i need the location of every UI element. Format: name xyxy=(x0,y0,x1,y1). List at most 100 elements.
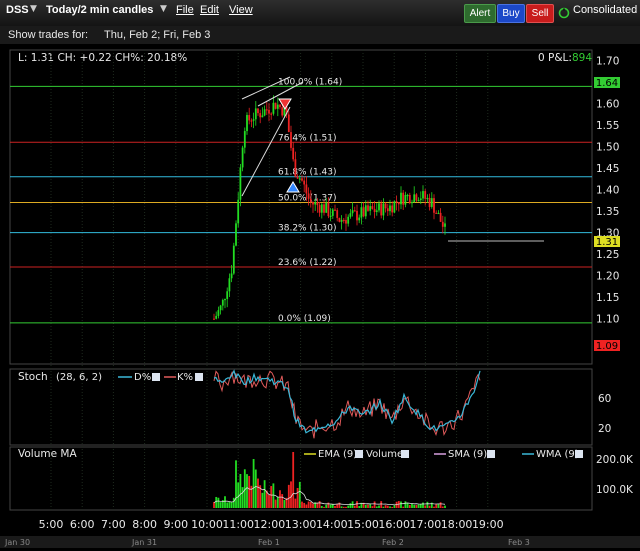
volume-bar xyxy=(241,487,244,508)
volume-bar xyxy=(303,502,306,508)
volume-bar xyxy=(435,504,438,508)
candle-body xyxy=(323,204,325,213)
volume-bar xyxy=(268,494,270,508)
price-tick: 1.35 xyxy=(596,206,619,218)
volume-bar xyxy=(428,505,431,508)
volume-bar xyxy=(248,475,251,508)
menu-edit-label: Edit xyxy=(200,4,219,16)
volume-bar xyxy=(380,501,383,508)
volume-bar xyxy=(413,504,416,508)
volume-bar xyxy=(272,483,275,508)
candle-body xyxy=(248,115,251,121)
candle-body xyxy=(301,178,303,181)
candle-body xyxy=(312,202,314,205)
fib-label: 23.6% (1.22) xyxy=(278,258,337,268)
time-tick: 19:00 xyxy=(472,518,504,531)
price-tick: 1.50 xyxy=(596,142,619,154)
sma-legend-checkbox[interactable] xyxy=(487,450,495,458)
candle-body xyxy=(444,223,446,227)
volume-legend-checkbox[interactable] xyxy=(401,450,409,458)
menu-edit[interactable]: Edit xyxy=(200,4,219,16)
k-legend-checkbox[interactable] xyxy=(195,373,203,381)
volume-bar xyxy=(215,496,218,508)
price-tick: 1.45 xyxy=(596,163,619,175)
stoch-tick-20: 20 xyxy=(598,423,611,435)
candle-body xyxy=(309,198,312,203)
price-tick: 1.10 xyxy=(596,314,619,326)
candle-body xyxy=(318,205,321,213)
consolidated-icon[interactable] xyxy=(558,7,570,19)
ema-legend-checkbox[interactable] xyxy=(355,450,363,458)
candle-body xyxy=(362,207,365,217)
volume-bar xyxy=(226,502,229,508)
candle-body xyxy=(274,102,277,109)
time-tick: 11:00 xyxy=(222,518,254,531)
show-trades-bar: Show trades for: Thu, Feb 2; Fri, Feb 3 xyxy=(0,26,640,45)
show-trades-dates[interactable]: Thu, Feb 2; Fri, Feb 3 xyxy=(104,29,210,41)
candle-body xyxy=(290,132,292,148)
wma-legend-checkbox[interactable] xyxy=(575,450,583,458)
ema-legend-label: EMA (9) xyxy=(318,449,357,460)
menu-file-label: File xyxy=(176,4,194,16)
candle-body xyxy=(270,113,273,115)
candle-body xyxy=(235,223,237,246)
volume-bar xyxy=(338,502,341,508)
candle-body xyxy=(257,108,259,114)
candle-body xyxy=(276,104,279,109)
volume-bar xyxy=(404,501,407,508)
volume-bar xyxy=(345,506,347,508)
candle-body xyxy=(373,208,376,212)
volume-bar xyxy=(419,503,422,508)
time-tick: 15:00 xyxy=(347,518,379,531)
candle-body xyxy=(336,210,339,218)
candle-body xyxy=(241,147,244,168)
candle-body xyxy=(305,184,308,194)
consolidated-label[interactable]: Consolidated xyxy=(573,4,637,16)
candle-body xyxy=(395,201,398,203)
volume-bar xyxy=(422,502,424,508)
candle-body xyxy=(292,147,295,160)
candle-body xyxy=(254,108,257,120)
sell-button[interactable]: Sell xyxy=(526,4,554,23)
symbol-dropdown-icon[interactable]: ▼ xyxy=(30,4,37,14)
menu-file[interactable]: File xyxy=(176,4,194,16)
volume-legend-label: Volume xyxy=(366,449,403,460)
candle-body xyxy=(215,315,218,319)
candle-body xyxy=(349,213,352,217)
timeframe-selector[interactable]: Today/2 min candles xyxy=(46,4,153,16)
volume-bar xyxy=(309,502,312,508)
candle-body xyxy=(221,300,224,306)
buy-button[interactable]: Buy xyxy=(497,4,525,23)
stoch-title: Stoch xyxy=(18,371,48,383)
d-legend-checkbox[interactable] xyxy=(152,373,160,381)
candle-body xyxy=(303,180,306,185)
symbol-selector[interactable]: DSS xyxy=(6,4,29,16)
alert-button[interactable]: Alert xyxy=(464,4,496,23)
candle-body xyxy=(334,209,336,211)
candle-body xyxy=(263,109,266,116)
time-axis: 5:00 6:00 7:00 8:00 9:00 10:00 11:00 12:00 13:00… xyxy=(39,518,504,531)
volume-bar xyxy=(312,503,314,508)
fib-label: 38.2% (1.30) xyxy=(278,224,337,234)
candle-body xyxy=(441,221,444,227)
price-tick: 1.25 xyxy=(596,249,619,261)
volume-bar xyxy=(433,506,435,508)
chart-area[interactable]: L: 1.31 CH: +0.22 CH%: 20.18% 0 P&L: 894… xyxy=(0,44,640,548)
candle-body xyxy=(259,113,262,118)
date-strip xyxy=(0,536,640,548)
volume-bar xyxy=(307,501,310,508)
date-tick: Jan 31 xyxy=(131,538,157,547)
chart-canvas[interactable]: L: 1.31 CH: +0.22 CH%: 20.18% 0 P&L: 894… xyxy=(0,44,640,548)
volume-bar xyxy=(235,460,237,508)
candle-body xyxy=(367,205,369,211)
volume-bar xyxy=(283,499,286,508)
menu-view[interactable]: View xyxy=(229,4,253,16)
fib-label: 76.4% (1.51) xyxy=(278,133,337,143)
volume-bar xyxy=(378,505,380,508)
timeframe-dropdown-icon[interactable]: ▼ xyxy=(160,4,167,14)
volume-bar xyxy=(356,501,358,508)
date-tick: Jan 30 xyxy=(4,538,30,547)
candle-body xyxy=(237,199,240,224)
candle-body xyxy=(435,212,438,214)
volume-bar xyxy=(281,494,284,508)
